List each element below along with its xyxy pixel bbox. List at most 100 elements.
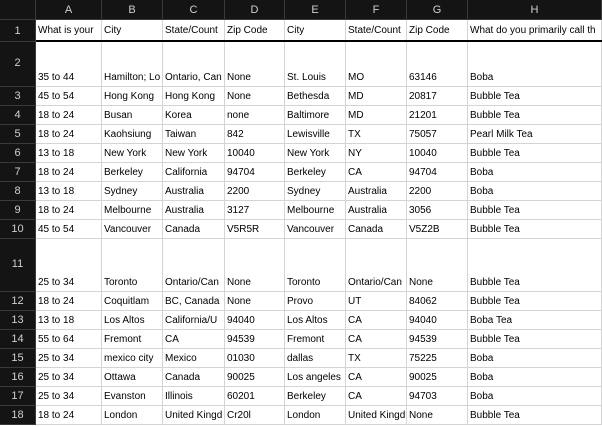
table-cell[interactable]: None xyxy=(407,239,468,292)
row-header-7[interactable]: 7 xyxy=(0,163,36,182)
row-header-5[interactable]: 5 xyxy=(0,125,36,144)
table-cell[interactable]: BC, Canada xyxy=(163,292,225,311)
table-cell[interactable]: Hong Kong xyxy=(102,87,163,106)
table-cell[interactable]: 18 to 24 xyxy=(36,106,102,125)
table-cell[interactable]: London xyxy=(285,406,346,425)
table-cell[interactable]: 94704 xyxy=(225,163,285,182)
row-header-9[interactable]: 9 xyxy=(0,201,36,220)
table-cell[interactable]: 25 to 34 xyxy=(36,387,102,406)
table-cell[interactable]: New York xyxy=(285,144,346,163)
table-cell[interactable]: 75057 xyxy=(407,125,468,144)
column-header-d[interactable]: D xyxy=(225,0,285,20)
table-cell[interactable]: Vancouver xyxy=(285,220,346,239)
table-cell[interactable]: New York xyxy=(102,144,163,163)
table-cell[interactable]: 18 to 24 xyxy=(36,163,102,182)
table-cell[interactable]: London xyxy=(102,406,163,425)
row-header-10[interactable]: 10 xyxy=(0,220,36,239)
table-cell[interactable]: 01030 xyxy=(225,349,285,368)
table-cell[interactable]: Boba Tea xyxy=(468,311,602,330)
table-cell[interactable]: 13 to 18 xyxy=(36,311,102,330)
table-cell[interactable]: California/U xyxy=(163,311,225,330)
table-cell[interactable]: Bubble Tea xyxy=(468,106,602,125)
row-header-16[interactable]: 16 xyxy=(0,368,36,387)
table-cell[interactable]: 90025 xyxy=(225,368,285,387)
row-header-2[interactable]: 2 xyxy=(0,42,36,87)
table-cell[interactable]: Los Altos xyxy=(102,311,163,330)
table-cell[interactable]: Canada xyxy=(346,220,407,239)
table-cell[interactable]: Berkeley xyxy=(285,387,346,406)
table-cell[interactable]: Boba xyxy=(468,182,602,201)
table-cell[interactable]: 94539 xyxy=(225,330,285,349)
table-cell[interactable]: Bubble Tea xyxy=(468,220,602,239)
table-cell[interactable]: UT xyxy=(346,292,407,311)
table-cell[interactable]: Australia xyxy=(163,201,225,220)
table-cell[interactable]: Boba xyxy=(468,387,602,406)
table-cell[interactable]: 20817 xyxy=(407,87,468,106)
table-cell[interactable]: Sydney xyxy=(102,182,163,201)
table-cell[interactable]: 18 to 24 xyxy=(36,406,102,425)
table-cell[interactable]: United Kingd xyxy=(163,406,225,425)
table-cell[interactable]: 3056 xyxy=(407,201,468,220)
column-header-g[interactable]: G xyxy=(407,0,468,20)
row-header-11[interactable]: 11 xyxy=(0,239,36,292)
table-cell[interactable]: Fremont xyxy=(102,330,163,349)
table-cell[interactable]: Baltimore xyxy=(285,106,346,125)
table-cell[interactable]: Boba xyxy=(468,42,602,87)
row-header-12[interactable]: 12 xyxy=(0,292,36,311)
table-cell[interactable]: 13 to 18 xyxy=(36,182,102,201)
table-cell[interactable]: Berkeley xyxy=(285,163,346,182)
table-cell[interactable]: Ontario/Can xyxy=(346,239,407,292)
table-cell[interactable]: Bubble Tea xyxy=(468,239,602,292)
table-cell[interactable]: 25 to 34 xyxy=(36,239,102,292)
table-cell[interactable]: Berkeley xyxy=(102,163,163,182)
table-cell[interactable]: Boba xyxy=(468,368,602,387)
table-cell[interactable]: 3127 xyxy=(225,201,285,220)
row-header-3[interactable]: 3 xyxy=(0,87,36,106)
table-cell[interactable]: dallas xyxy=(285,349,346,368)
table-cell[interactable]: V5Z2B xyxy=(407,220,468,239)
table-cell[interactable]: NY xyxy=(346,144,407,163)
table-cell[interactable]: Hong Kong xyxy=(163,87,225,106)
table-cell[interactable]: 18 to 24 xyxy=(36,125,102,144)
header-cell[interactable]: Zip Code xyxy=(407,20,468,42)
table-cell[interactable]: MD xyxy=(346,87,407,106)
table-cell[interactable]: 2200 xyxy=(225,182,285,201)
column-header-b[interactable]: B xyxy=(102,0,163,20)
table-cell[interactable]: 94040 xyxy=(225,311,285,330)
table-cell[interactable]: mexico city xyxy=(102,349,163,368)
table-cell[interactable]: 21201 xyxy=(407,106,468,125)
table-cell[interactable]: New York xyxy=(163,144,225,163)
row-header-15[interactable]: 15 xyxy=(0,349,36,368)
table-cell[interactable]: Canada xyxy=(163,220,225,239)
table-cell[interactable]: Kaohsiung xyxy=(102,125,163,144)
column-header-c[interactable]: C xyxy=(163,0,225,20)
table-cell[interactable]: CA xyxy=(163,330,225,349)
table-cell[interactable]: California xyxy=(163,163,225,182)
table-cell[interactable]: CA xyxy=(346,387,407,406)
table-cell[interactable]: MD xyxy=(346,106,407,125)
table-cell[interactable]: Pearl Milk Tea xyxy=(468,125,602,144)
table-cell[interactable]: Bubble Tea xyxy=(468,144,602,163)
row-header-14[interactable]: 14 xyxy=(0,330,36,349)
table-cell[interactable]: CA xyxy=(346,368,407,387)
header-cell[interactable]: State/Count xyxy=(163,20,225,42)
table-cell[interactable]: Boba xyxy=(468,163,602,182)
table-cell[interactable]: Australia xyxy=(346,201,407,220)
table-cell[interactable]: Fremont xyxy=(285,330,346,349)
table-cell[interactable]: Coquitlam xyxy=(102,292,163,311)
column-header-a[interactable]: A xyxy=(36,0,102,20)
table-cell[interactable]: Bubble Tea xyxy=(468,201,602,220)
table-cell[interactable]: None xyxy=(225,292,285,311)
table-cell[interactable]: Lewisville xyxy=(285,125,346,144)
table-cell[interactable]: CA xyxy=(346,311,407,330)
table-cell[interactable]: 63146 xyxy=(407,42,468,87)
table-cell[interactable]: 60201 xyxy=(225,387,285,406)
table-cell[interactable]: Ontario/Can xyxy=(163,239,225,292)
table-cell[interactable]: Ontario, Can xyxy=(163,42,225,87)
table-cell[interactable]: Busan xyxy=(102,106,163,125)
table-cell[interactable]: 94703 xyxy=(407,387,468,406)
table-cell[interactable]: Bethesda xyxy=(285,87,346,106)
table-cell[interactable]: 94040 xyxy=(407,311,468,330)
row-header-1[interactable]: 1 xyxy=(0,20,36,42)
table-cell[interactable]: Hamilton; Lo xyxy=(102,42,163,87)
